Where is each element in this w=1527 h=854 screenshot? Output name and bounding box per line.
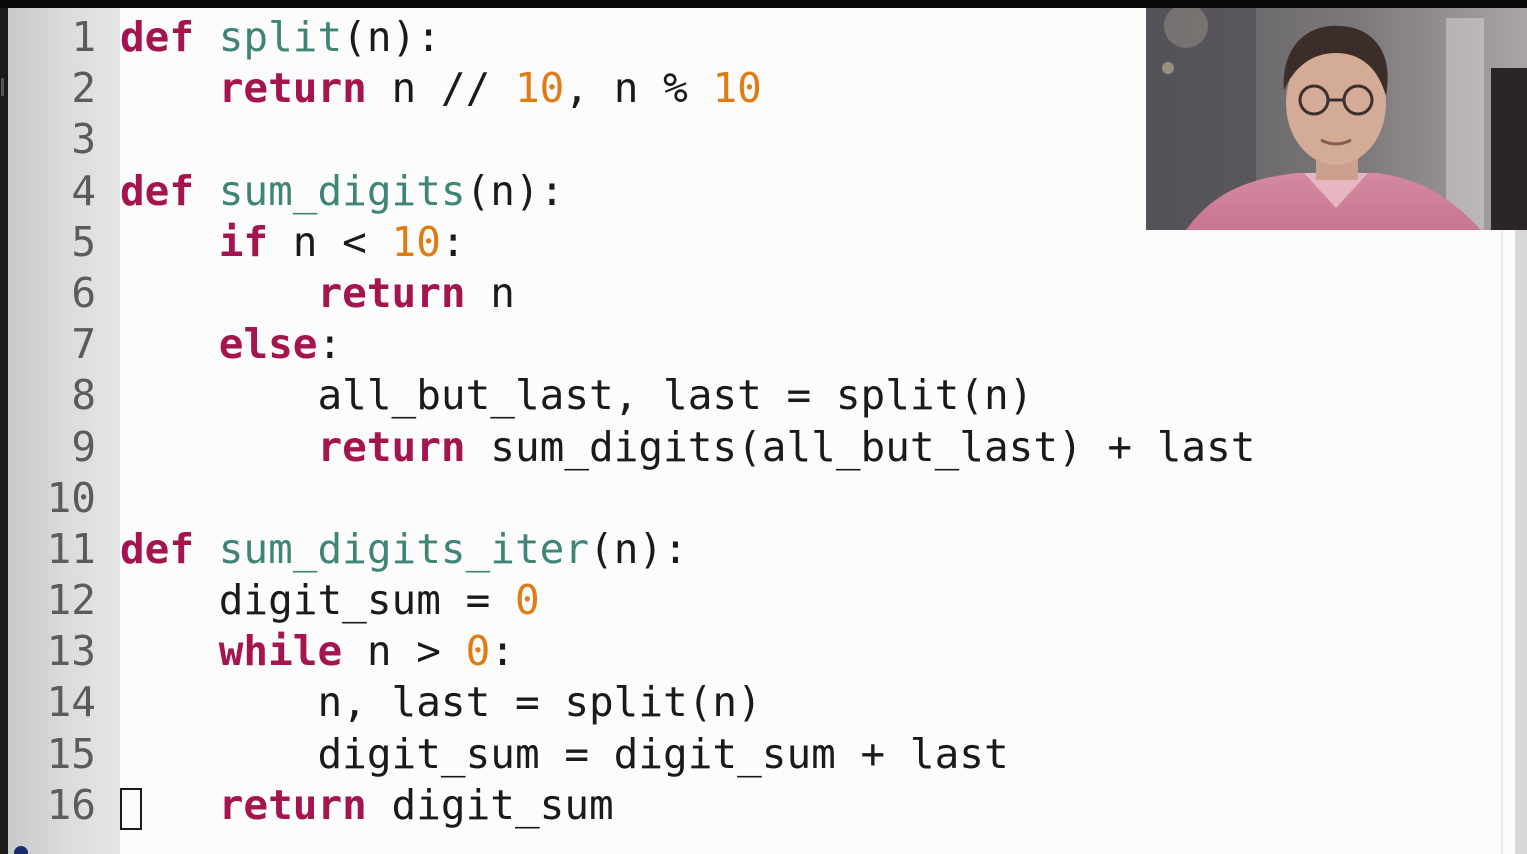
function-name-token: sum_digits_iter [218,524,590,573]
code-token: sum_digits(all_but_last) + last [465,422,1256,471]
keyword-token: if [218,217,269,266]
line-number: 3 [71,115,96,164]
keyword-token: def [120,166,195,215]
code-token: , n % [564,64,713,113]
webcam-overlay [1146,8,1527,230]
left-window-edge [0,8,8,854]
keyword-token: def [120,524,195,573]
code-token: (n): [342,13,441,61]
text-cursor [120,787,142,830]
code-line[interactable]: 2 return n // 10, n % 10 [8,63,1255,114]
line-number: 15 [46,729,96,778]
function-name-token: split [218,13,343,61]
code-token: n [465,268,515,317]
line-number: 12 [46,576,96,625]
code-line[interactable]: 1 def split(n): [8,12,1255,63]
number-token: 10 [391,217,441,266]
code-line[interactable]: 6 return n [8,268,1255,319]
line-number: 2 [71,64,96,113]
line-number: 4 [71,166,96,215]
code-line[interactable]: 16 return digit_sum [8,780,1255,831]
line-number: 6 [71,268,96,317]
line-number: 5 [71,217,96,266]
line-number: 10 [46,473,96,522]
webcam-video [1146,8,1527,230]
line-number: 7 [71,320,96,369]
line-number: 14 [46,678,96,727]
code-token: (n): [465,166,565,215]
code-line[interactable]: 14 n, last = split(n) [8,677,1255,728]
number-token: 10 [514,64,565,113]
keyword-token: return [317,422,466,471]
code-line[interactable]: 10 [8,473,1255,524]
code-token: : [317,320,343,369]
line-number: 11 [46,524,96,573]
code-line[interactable]: 8 all_but_last, last = split(n) [8,370,1255,421]
code-line[interactable]: 11 def sum_digits_iter(n): [8,524,1255,575]
code-token: n > [342,627,466,676]
keyword-token: while [218,627,343,676]
keyword-token: else [218,320,318,369]
code-line[interactable]: 13 while n > 0: [8,626,1255,677]
line-number: 8 [71,371,96,420]
edge-marker [1,78,4,96]
code-line[interactable]: 3 [8,114,1255,165]
code-token: : [490,627,515,676]
code-token: n // [366,64,515,113]
number-token: 0 [465,627,491,676]
code-line[interactable]: 5 if n < 10: [8,217,1255,268]
code-token: digit_sum = [120,576,515,625]
code-line[interactable]: 12 digit_sum = 0 [8,575,1255,626]
line-number: 13 [46,627,96,676]
number-token: 0 [514,576,540,625]
top-bar [0,0,1527,8]
line-number: 16 [46,780,96,829]
code-token: (n): [589,524,688,573]
code-token: all_but_last, last = split(n) [120,371,1034,420]
dock-indicator [14,846,28,854]
code-line[interactable]: 9 return sum_digits(all_but_last) + last [8,422,1255,473]
line-number: 1 [71,13,96,61]
code-token: digit_sum [366,780,614,829]
keyword-token: return [317,268,466,317]
number-token: 10 [712,64,762,113]
keyword-token: def [120,13,195,61]
code-token: : [440,217,466,266]
keyword-token: return [218,64,367,113]
line-number: 9 [71,422,96,471]
keyword-token: return [218,780,367,829]
code-line[interactable]: 4 def sum_digits(n): [8,166,1255,217]
code-token: n, last = split(n) [120,678,762,727]
code-token: n < [268,217,392,266]
screen: 1 def split(n): 2 return n // 10, n % 10 3 4… [0,0,1527,854]
code-line[interactable]: 7 else: [8,319,1255,370]
code-line[interactable]: 15 digit_sum = digit_sum + last [8,729,1255,780]
code-token: digit_sum = digit_sum + last [120,729,1009,778]
code-area[interactable]: 1 def split(n): 2 return n // 10, n % 10 3 4… [8,12,1255,831]
function-name-token: sum_digits [218,166,466,215]
